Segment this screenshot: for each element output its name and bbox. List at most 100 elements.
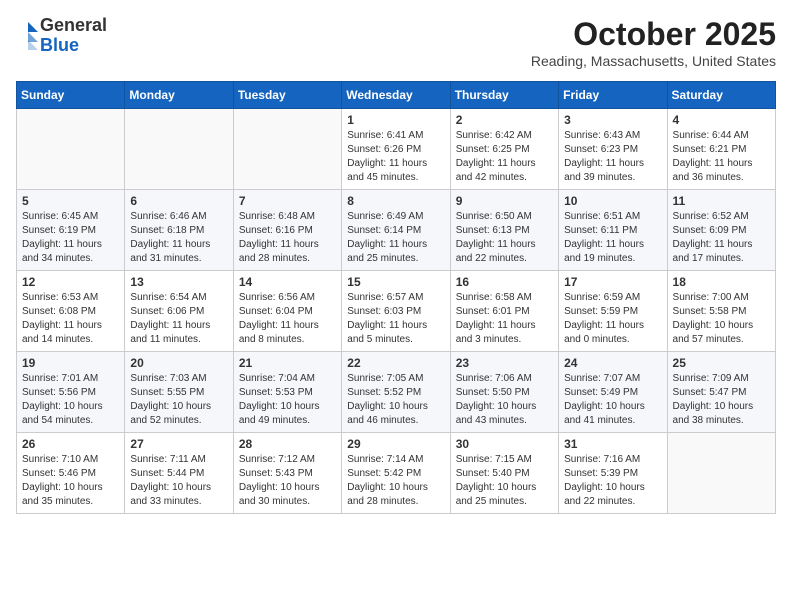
calendar-cell: 9 Sunrise: 6:50 AM Sunset: 6:13 PM Daylig… [450, 190, 558, 271]
day-info: Sunrise: 6:58 AM Sunset: 6:01 PM Dayligh… [456, 291, 553, 347]
day-number: 2 [456, 113, 553, 127]
day-info: Sunrise: 6:53 AM Sunset: 6:08 PM Dayligh… [22, 291, 119, 347]
calendar-cell: 13 Sunrise: 6:54 AM Sunset: 6:06 PM Dayli… [125, 271, 233, 352]
weekday-header: Thursday [450, 82, 558, 109]
day-number: 13 [130, 275, 227, 289]
logo-general: General [40, 16, 107, 36]
day-number: 16 [456, 275, 553, 289]
day-info: Sunrise: 6:52 AM Sunset: 6:09 PM Dayligh… [673, 210, 770, 266]
calendar-cell: 17 Sunrise: 6:59 AM Sunset: 5:59 PM Dayli… [559, 271, 667, 352]
day-number: 1 [347, 113, 444, 127]
day-number: 6 [130, 194, 227, 208]
logo-blue: Blue [40, 36, 107, 56]
calendar-week-row: 5Sunrise: 6:45 AM Sunset: 6:19 PM Daylig… [17, 190, 776, 271]
calendar-cell: 24 Sunrise: 7:07 AM Sunset: 5:49 PM Dayli… [559, 352, 667, 433]
calendar-cell: 25 Sunrise: 7:09 AM Sunset: 5:47 PM Dayli… [667, 352, 775, 433]
day-number: 17 [564, 275, 661, 289]
calendar-week-row: 1Sunrise: 6:41 AM Sunset: 6:26 PM Daylig… [17, 109, 776, 190]
day-number: 28 [239, 437, 336, 451]
day-info: Sunrise: 7:06 AM Sunset: 5:50 PM Dayligh… [456, 372, 553, 428]
calendar-cell: 21 Sunrise: 7:04 AM Sunset: 5:53 PM Dayli… [233, 352, 341, 433]
calendar-cell: 12 Sunrise: 6:53 AM Sunset: 6:08 PM Dayli… [17, 271, 125, 352]
calendar-cell: 4 Sunrise: 6:44 AM Sunset: 6:21 PM Daylig… [667, 109, 775, 190]
weekday-header: Sunday [17, 82, 125, 109]
day-info: Sunrise: 6:59 AM Sunset: 5:59 PM Dayligh… [564, 291, 661, 347]
day-info: Sunrise: 6:42 AM Sunset: 6:25 PM Dayligh… [456, 129, 553, 185]
calendar-cell: 29Sunrise: 7:14 AM Sunset: 5:42 PM Dayli… [342, 433, 450, 514]
day-info: Sunrise: 6:44 AM Sunset: 6:21 PM Dayligh… [673, 129, 770, 185]
day-info: Sunrise: 6:49 AM Sunset: 6:14 PM Dayligh… [347, 210, 444, 266]
calendar-cell [125, 109, 233, 190]
day-number: 25 [673, 356, 770, 370]
calendar-cell: 31Sunrise: 7:16 AM Sunset: 5:39 PM Dayli… [559, 433, 667, 514]
calendar-cell: 26 Sunrise: 7:10 AM Sunset: 5:46 PM Dayli… [17, 433, 125, 514]
day-info: Sunrise: 6:51 AM Sunset: 6:11 PM Dayligh… [564, 210, 661, 266]
calendar-cell: 6Sunrise: 6:46 AM Sunset: 6:18 PM Daylig… [125, 190, 233, 271]
day-info: Sunrise: 7:05 AM Sunset: 5:52 PM Dayligh… [347, 372, 444, 428]
day-number: 24 [564, 356, 661, 370]
day-number: 26 [22, 437, 119, 451]
month-title: October 2025 [531, 16, 776, 53]
day-info: Sunrise: 7:01 AM Sunset: 5:56 PM Dayligh… [22, 372, 119, 428]
day-number: 19 [22, 356, 119, 370]
day-number: 27 [130, 437, 227, 451]
weekday-header: Tuesday [233, 82, 341, 109]
day-number: 4 [673, 113, 770, 127]
day-number: 7 [239, 194, 336, 208]
weekday-header: Monday [125, 82, 233, 109]
calendar-week-row: 19 Sunrise: 7:01 AM Sunset: 5:56 PM Dayli… [17, 352, 776, 433]
day-number: 18 [673, 275, 770, 289]
calendar-cell: 27 Sunrise: 7:11 AM Sunset: 5:44 PM Dayli… [125, 433, 233, 514]
day-info: Sunrise: 7:09 AM Sunset: 5:47 PM Dayligh… [673, 372, 770, 428]
calendar-cell: 23 Sunrise: 7:06 AM Sunset: 5:50 PM Dayli… [450, 352, 558, 433]
calendar-table: SundayMondayTuesdayWednesdayThursdayFrid… [16, 81, 776, 514]
day-number: 22 [347, 356, 444, 370]
calendar-cell: 14Sunrise: 6:56 AM Sunset: 6:04 PM Dayli… [233, 271, 341, 352]
day-info: Sunrise: 6:48 AM Sunset: 6:16 PM Dayligh… [239, 210, 336, 266]
day-number: 8 [347, 194, 444, 208]
calendar-cell: 3Sunrise: 6:43 AM Sunset: 6:23 PM Daylig… [559, 109, 667, 190]
calendar-cell: 1Sunrise: 6:41 AM Sunset: 6:26 PM Daylig… [342, 109, 450, 190]
day-info: Sunrise: 7:14 AM Sunset: 5:42 PM Dayligh… [347, 453, 444, 509]
logo-text: General Blue [40, 16, 107, 56]
day-info: Sunrise: 7:12 AM Sunset: 5:43 PM Dayligh… [239, 453, 336, 509]
logo-icon [18, 22, 38, 50]
calendar-week-row: 26 Sunrise: 7:10 AM Sunset: 5:46 PM Dayli… [17, 433, 776, 514]
day-info: Sunrise: 7:03 AM Sunset: 5:55 PM Dayligh… [130, 372, 227, 428]
calendar-cell: 11Sunrise: 6:52 AM Sunset: 6:09 PM Dayli… [667, 190, 775, 271]
calendar-cell: 16 Sunrise: 6:58 AM Sunset: 6:01 PM Dayli… [450, 271, 558, 352]
logo: General Blue [16, 16, 107, 56]
day-number: 23 [456, 356, 553, 370]
day-info: Sunrise: 7:00 AM Sunset: 5:58 PM Dayligh… [673, 291, 770, 347]
day-number: 30 [456, 437, 553, 451]
calendar-cell: 22 Sunrise: 7:05 AM Sunset: 5:52 PM Dayli… [342, 352, 450, 433]
calendar-cell: 5Sunrise: 6:45 AM Sunset: 6:19 PM Daylig… [17, 190, 125, 271]
calendar-cell [667, 433, 775, 514]
day-info: Sunrise: 7:15 AM Sunset: 5:40 PM Dayligh… [456, 453, 553, 509]
day-info: Sunrise: 6:54 AM Sunset: 6:06 PM Dayligh… [130, 291, 227, 347]
title-area: October 2025 Reading, Massachusetts, Uni… [531, 16, 776, 69]
day-info: Sunrise: 7:10 AM Sunset: 5:46 PM Dayligh… [22, 453, 119, 509]
calendar-body: 1Sunrise: 6:41 AM Sunset: 6:26 PM Daylig… [17, 109, 776, 514]
day-info: Sunrise: 7:11 AM Sunset: 5:44 PM Dayligh… [130, 453, 227, 509]
weekday-header: Saturday [667, 82, 775, 109]
day-number: 21 [239, 356, 336, 370]
weekday-header: Wednesday [342, 82, 450, 109]
calendar-header: SundayMondayTuesdayWednesdayThursdayFrid… [17, 82, 776, 109]
day-number: 9 [456, 194, 553, 208]
day-info: Sunrise: 7:04 AM Sunset: 5:53 PM Dayligh… [239, 372, 336, 428]
day-info: Sunrise: 6:50 AM Sunset: 6:13 PM Dayligh… [456, 210, 553, 266]
day-info: Sunrise: 6:57 AM Sunset: 6:03 PM Dayligh… [347, 291, 444, 347]
calendar-cell: 8 Sunrise: 6:49 AM Sunset: 6:14 PM Daylig… [342, 190, 450, 271]
calendar-cell: 30 Sunrise: 7:15 AM Sunset: 5:40 PM Dayli… [450, 433, 558, 514]
day-number: 20 [130, 356, 227, 370]
day-number: 31 [564, 437, 661, 451]
day-number: 12 [22, 275, 119, 289]
calendar-cell: 18 Sunrise: 7:00 AM Sunset: 5:58 PM Dayli… [667, 271, 775, 352]
day-info: Sunrise: 7:07 AM Sunset: 5:49 PM Dayligh… [564, 372, 661, 428]
day-number: 14 [239, 275, 336, 289]
location: Reading, Massachusetts, United States [531, 53, 776, 69]
day-number: 15 [347, 275, 444, 289]
calendar-cell [17, 109, 125, 190]
calendar-cell: 20 Sunrise: 7:03 AM Sunset: 5:55 PM Dayli… [125, 352, 233, 433]
